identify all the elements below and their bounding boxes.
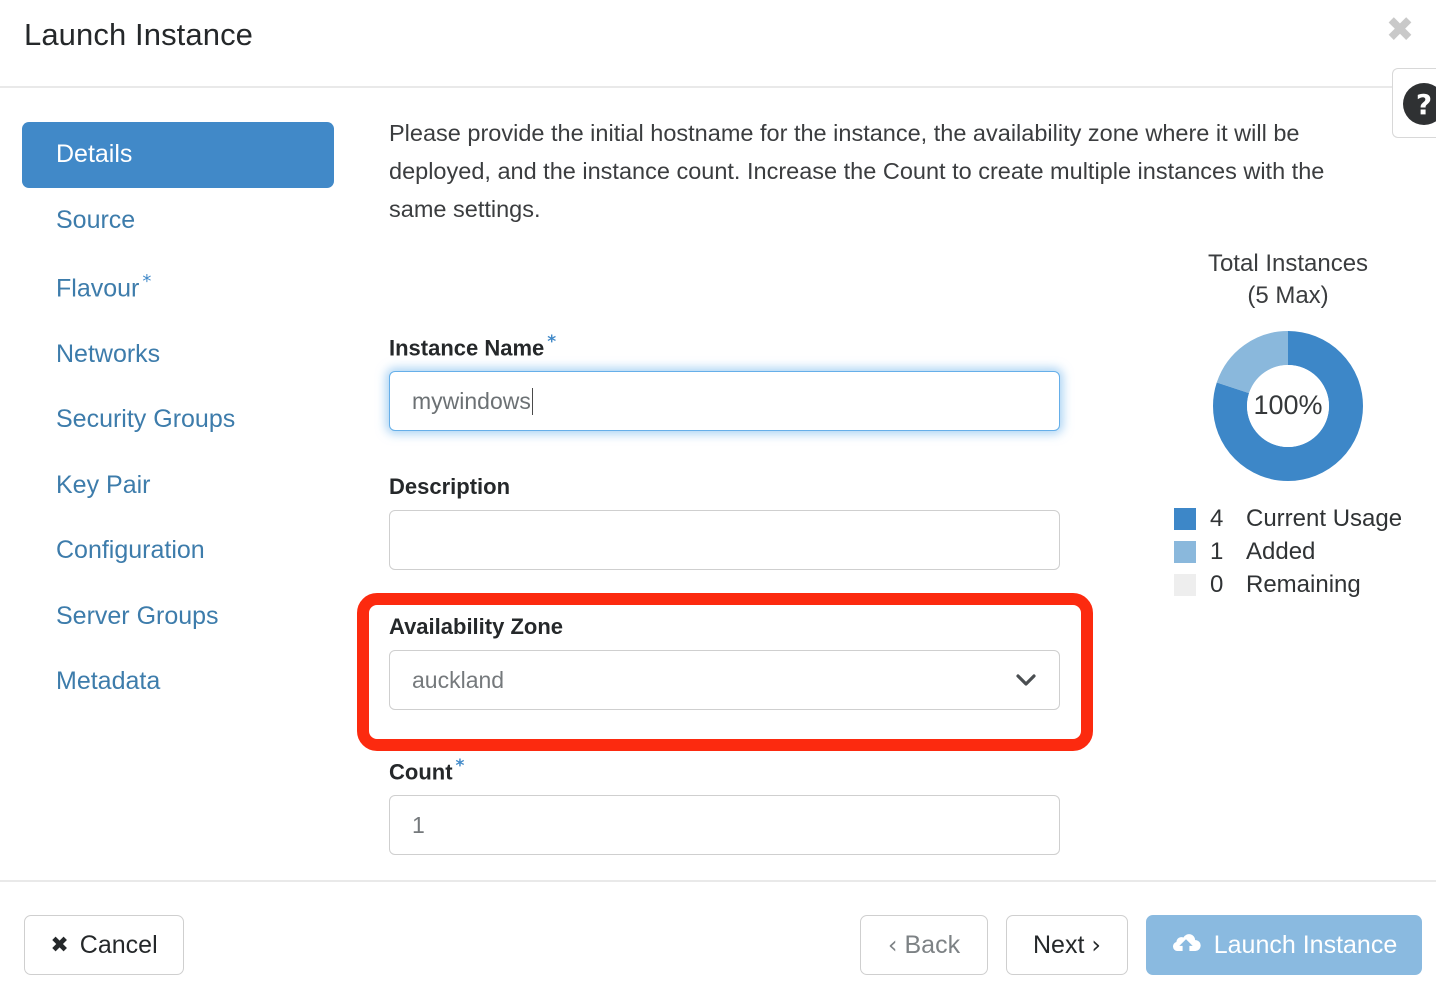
legend-count: 4 bbox=[1210, 504, 1224, 532]
availability-zone-label: Availability Zone bbox=[389, 614, 1060, 640]
quota-title: Total Instances (5 Max) bbox=[1148, 248, 1428, 313]
sidebar-item-details[interactable]: Details bbox=[22, 122, 334, 188]
next-button[interactable]: Next › bbox=[1006, 915, 1128, 975]
close-icon[interactable]: ✖ bbox=[1378, 8, 1422, 52]
cancel-button-label: Cancel bbox=[79, 930, 158, 959]
dialog-footer: ✖ Cancel ‹ Back Next › Launch Instance bbox=[0, 880, 1436, 1006]
legend-item-added: 1 Added bbox=[1174, 538, 1428, 566]
sidebar-item-label: Details bbox=[56, 140, 133, 168]
legend-label: Remaining bbox=[1246, 570, 1361, 598]
question-mark-icon[interactable]: ? bbox=[1403, 83, 1436, 125]
availability-zone-select[interactable]: auckland bbox=[389, 650, 1060, 710]
legend-item-current-usage: 4 Current Usage bbox=[1174, 505, 1428, 533]
legend-count: 0 bbox=[1210, 570, 1224, 598]
instance-name-value: mywindows bbox=[412, 387, 531, 414]
sidebar-item-flavour[interactable]: Flavour * bbox=[22, 253, 334, 322]
sidebar-item-server-groups[interactable]: Server Groups bbox=[22, 584, 334, 650]
legend-count: 1 bbox=[1210, 537, 1224, 565]
description-input[interactable] bbox=[389, 510, 1060, 570]
sidebar-item-label: Networks bbox=[56, 339, 161, 368]
count-input[interactable]: 1 bbox=[389, 795, 1060, 856]
count-label: Count * bbox=[389, 756, 1060, 785]
sidebar-item-networks[interactable]: Networks bbox=[22, 322, 334, 388]
label-text: Instance Name bbox=[389, 335, 545, 361]
description-label: Description bbox=[389, 474, 1060, 500]
label-text: Description bbox=[389, 474, 511, 499]
sidebar-item-configuration[interactable]: Configuration bbox=[22, 518, 334, 584]
required-marker: * bbox=[547, 332, 557, 352]
help-panel[interactable]: ? bbox=[1392, 68, 1436, 138]
description-field-group: Description bbox=[389, 474, 1060, 570]
label-text: Availability Zone bbox=[389, 614, 564, 639]
availability-zone-select-wrapper: auckland bbox=[389, 650, 1060, 710]
legend-swatch-remaining bbox=[1174, 573, 1196, 596]
sidebar-item-label: Configuration bbox=[56, 536, 205, 565]
legend-swatch-current-usage bbox=[1174, 507, 1196, 530]
count-value: 1 bbox=[412, 811, 425, 838]
back-button-label: Back bbox=[904, 930, 961, 959]
label-text: Count bbox=[389, 759, 453, 785]
availability-zone-value: auckland bbox=[412, 666, 505, 693]
required-marker: * bbox=[142, 271, 152, 292]
legend-label: Added bbox=[1246, 537, 1316, 565]
sidebar-item-source[interactable]: Source bbox=[22, 188, 334, 254]
back-button[interactable]: ‹ Back bbox=[860, 915, 988, 975]
legend-label: Current Usage bbox=[1246, 504, 1403, 532]
availability-zone-field-group: Availability Zone auckland bbox=[389, 614, 1060, 710]
legend-item-remaining: 0 Remaining bbox=[1174, 571, 1428, 599]
next-button-label: Next bbox=[1032, 930, 1085, 959]
text-cursor bbox=[531, 387, 533, 415]
launch-instance-button-label: Launch Instance bbox=[1213, 930, 1398, 959]
legend-swatch-added bbox=[1174, 540, 1196, 563]
quota-legend: 4 Current Usage 1 Added 0 Remaining bbox=[1148, 505, 1428, 599]
sidebar-item-label: Source bbox=[56, 205, 136, 234]
instances-donut-chart: 100% bbox=[1213, 330, 1363, 481]
quota-panel: Total Instances (5 Max) 100% 4 Current U… bbox=[1148, 248, 1428, 604]
chevron-right-icon: › bbox=[1091, 931, 1101, 959]
chevron-left-icon: ‹ bbox=[887, 931, 898, 959]
dialog-body: Details Source Flavour * Networks Securit… bbox=[0, 88, 1436, 880]
sidebar-item-label: Key Pair bbox=[56, 470, 151, 499]
page-title: Launch Instance bbox=[24, 17, 254, 52]
required-marker: * bbox=[455, 756, 465, 776]
sidebar-item-label: Security Groups bbox=[56, 405, 236, 434]
launch-instance-button[interactable]: Launch Instance bbox=[1146, 915, 1422, 975]
instance-name-input[interactable]: mywindows bbox=[389, 371, 1060, 432]
sidebar-item-label: Metadata bbox=[56, 667, 161, 696]
sidebar-item-metadata[interactable]: Metadata bbox=[22, 649, 334, 715]
sidebar-item-security-groups[interactable]: Security Groups bbox=[22, 387, 334, 453]
cancel-button[interactable]: ✖ Cancel bbox=[24, 915, 184, 975]
quota-title-line2: (5 Max) bbox=[1247, 282, 1329, 310]
close-x-icon: ✖ bbox=[50, 932, 69, 958]
launch-instance-dialog: Launch Instance ✖ ? Details Source Flavo… bbox=[0, 0, 1436, 1006]
form-column: Please provide the initial hostname for … bbox=[389, 114, 1324, 254]
cloud-upload-icon bbox=[1171, 930, 1201, 961]
wizard-sidebar: Details Source Flavour * Networks Securit… bbox=[22, 122, 334, 715]
donut-percent-label: 100% bbox=[1247, 364, 1329, 447]
sidebar-item-label: Flavour bbox=[56, 274, 140, 303]
quota-title-line1: Total Instances bbox=[1207, 250, 1369, 277]
dialog-header: Launch Instance ✖ bbox=[0, 0, 1436, 88]
intro-description: Please provide the initial hostname for … bbox=[389, 120, 1325, 223]
sidebar-item-label: Server Groups bbox=[56, 601, 219, 630]
instance-name-field-group: Instance Name * mywindows bbox=[389, 332, 1060, 432]
instance-name-label: Instance Name * bbox=[389, 332, 1060, 361]
sidebar-item-key-pair[interactable]: Key Pair bbox=[22, 453, 334, 519]
count-field-group: Count * 1 bbox=[389, 756, 1060, 856]
